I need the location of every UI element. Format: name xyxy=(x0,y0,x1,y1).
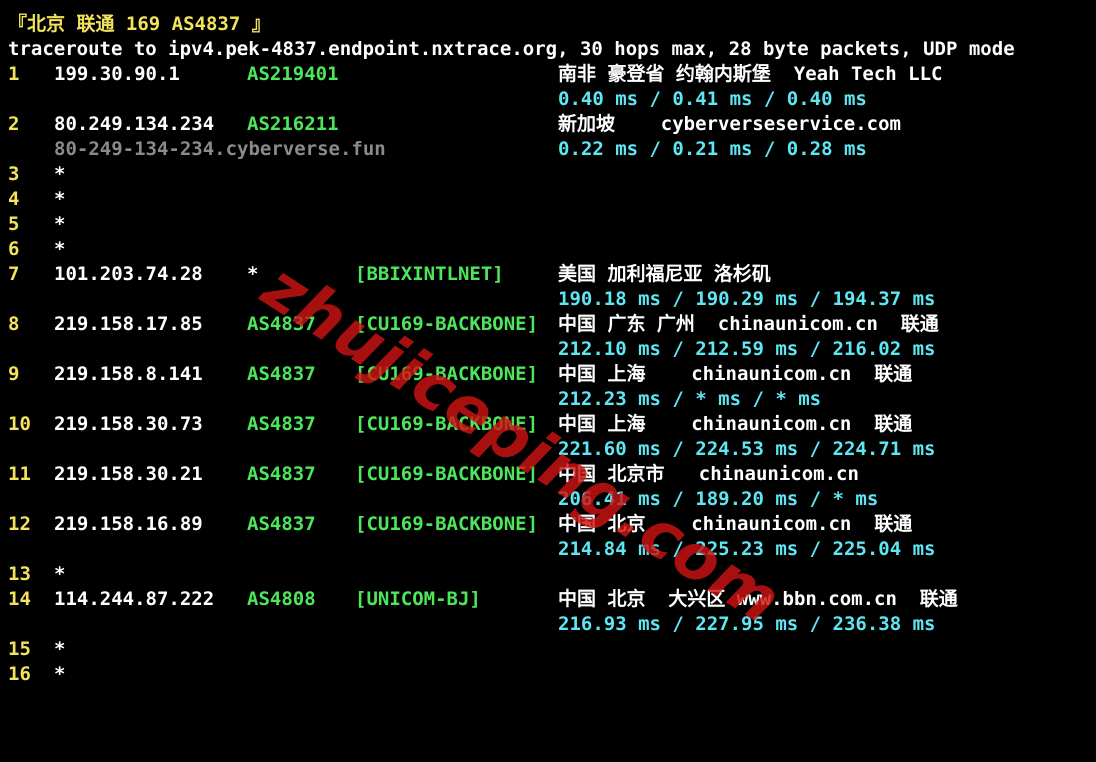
hop-row: 12 219.158.16.89 AS4837 [CU169-BACKBONE]… xyxy=(0,512,912,537)
hop-timeout: * xyxy=(54,563,66,585)
hop-row: 2 80.249.134.234 AS216211 新加坡 cyberverse… xyxy=(0,112,901,137)
hop-timeout: * xyxy=(54,188,66,210)
hop-latency: 214.84 ms / 225.23 ms / 225.04 ms xyxy=(558,538,936,560)
hop-number: 11 xyxy=(8,463,31,485)
hop-geo: 新加坡 cyberverseservice.com xyxy=(558,113,901,135)
hop-timeout: * xyxy=(54,663,66,685)
hop-asn: AS4808 xyxy=(247,588,316,610)
hop-asn: AS4837 xyxy=(247,363,316,385)
hop-number: 13 xyxy=(8,563,31,585)
hop-asn: AS4837 xyxy=(247,413,316,435)
hop-latency-row: 221.60 ms / 224.53 ms / 224.71 ms xyxy=(0,437,936,462)
hop-geo: 中国 北京 大兴区 www.bbn.com.cn 联通 xyxy=(558,588,958,610)
hop-number: 10 xyxy=(8,413,31,435)
hop-latency: 0.22 ms / 0.21 ms / 0.28 ms xyxy=(558,138,867,160)
hop-geo: 中国 北京 chinaunicom.cn 联通 xyxy=(558,513,913,535)
hop-latency: 221.60 ms / 224.53 ms / 224.71 ms xyxy=(558,438,936,460)
hop-asn: * xyxy=(247,263,259,285)
hop-asn: AS216211 xyxy=(247,113,339,135)
hop-latency: 0.40 ms / 0.41 ms / 0.40 ms xyxy=(558,88,867,110)
hop-timeout: * xyxy=(54,238,66,260)
hop-geo: 中国 北京市 chinaunicom.cn xyxy=(558,463,859,485)
hop-number: 3 xyxy=(8,163,20,185)
hop-row: 3 * xyxy=(0,162,65,187)
hop-row: 6 * xyxy=(0,237,65,262)
hop-geo: 美国 加利福尼亚 洛杉矶 xyxy=(558,263,771,285)
hop-ip: 101.203.74.28 xyxy=(54,263,203,285)
hop-number: 9 xyxy=(8,363,20,385)
hop-latency-row: 212.23 ms / * ms / * ms xyxy=(0,387,821,412)
hop-number: 8 xyxy=(8,313,20,335)
hop-asn: AS219401 xyxy=(247,63,339,85)
hop-ip: 219.158.8.141 xyxy=(54,363,203,385)
traceroute-command: traceroute to ipv4.pek-4837.endpoint.nxt… xyxy=(8,38,1015,60)
hop-geo: 南非 豪登省 约翰内斯堡 Yeah Tech LLC xyxy=(558,63,943,85)
hop-number: 12 xyxy=(8,513,31,535)
hop-ip: 219.158.30.73 xyxy=(54,413,203,435)
hop-ip: 114.244.87.222 xyxy=(54,588,215,610)
hop-latency: 212.23 ms / * ms / * ms xyxy=(558,388,822,410)
hop-tag: [BBIXINTLNET] xyxy=(355,263,504,285)
trace-title: 『北京 联通 169 AS4837 』 xyxy=(8,13,271,35)
hop-latency-row: 190.18 ms / 190.29 ms / 194.37 ms xyxy=(0,287,936,312)
hop-number: 1 xyxy=(8,63,20,85)
hop-timeout: * xyxy=(54,638,66,660)
hop-tag: [CU169-BACKBONE] xyxy=(355,513,539,535)
hop-number: 6 xyxy=(8,238,20,260)
hop-row: 16 * xyxy=(0,662,65,687)
hop-row: 5 * xyxy=(0,212,65,237)
command-line: traceroute to ipv4.pek-4837.endpoint.nxt… xyxy=(0,37,1015,62)
hop-latency: 190.18 ms / 190.29 ms / 194.37 ms xyxy=(558,288,936,310)
hop-row: 15 * xyxy=(0,637,65,662)
hop-latency: 212.10 ms / 212.59 ms / 216.02 ms xyxy=(558,338,936,360)
hop-latency-row: 0.40 ms / 0.41 ms / 0.40 ms xyxy=(0,87,867,112)
hop-geo: 中国 广东 广州 chinaunicom.cn 联通 xyxy=(558,313,939,335)
hop-ip: 199.30.90.1 xyxy=(54,63,180,85)
hop-row: 9 219.158.8.141 AS4837 [CU169-BACKBONE] … xyxy=(0,362,912,387)
hop-tag: [UNICOM-BJ] xyxy=(355,588,481,610)
hop-latency: 216.93 ms / 227.95 ms / 236.38 ms xyxy=(558,613,936,635)
hop-row: 7 101.203.74.28 * [BBIXINTLNET] 美国 加利福尼亚… xyxy=(0,262,771,287)
hop-row: 1 199.30.90.1 AS219401 南非 豪登省 约翰内斯堡 Yeah… xyxy=(0,62,942,87)
hop-row: 13 * xyxy=(0,562,65,587)
hop-number: 2 xyxy=(8,113,20,135)
hop-ip: 219.158.16.89 xyxy=(54,513,203,535)
title-line: 『北京 联通 169 AS4837 』 xyxy=(0,12,271,37)
hop-asn: AS4837 xyxy=(247,463,316,485)
hop-ip: 80.249.134.234 xyxy=(54,113,215,135)
hop-geo: 中国 上海 chinaunicom.cn 联通 xyxy=(558,413,913,435)
terminal-window[interactable]: 『北京 联通 169 AS4837 』 traceroute to ipv4.p… xyxy=(0,0,1096,692)
hop-row: 4 * xyxy=(0,187,65,212)
hop-number: 16 xyxy=(8,663,31,685)
hop-number: 5 xyxy=(8,213,20,235)
hop-row: 8 219.158.17.85 AS4837 [CU169-BACKBONE] … xyxy=(0,312,939,337)
hop-asn: AS4837 xyxy=(247,313,316,335)
hop-tag: [CU169-BACKBONE] xyxy=(355,413,539,435)
hop-tag: [CU169-BACKBONE] xyxy=(355,313,539,335)
hop-geo: 中国 上海 chinaunicom.cn 联通 xyxy=(558,363,913,385)
hop-latency-row: 214.84 ms / 225.23 ms / 225.04 ms xyxy=(0,537,936,562)
hop-row: 14 114.244.87.222 AS4808 [UNICOM-BJ] 中国 … xyxy=(0,587,958,612)
hop-latency-row: 206.41 ms / 189.20 ms / * ms xyxy=(0,487,878,512)
hop-number: 7 xyxy=(8,263,20,285)
hop-row: 11 219.158.30.21 AS4837 [CU169-BACKBONE]… xyxy=(0,462,859,487)
hop-number: 14 xyxy=(8,588,31,610)
hop-latency-row: 80-249-134-234.cyberverse.fun 0.22 ms / … xyxy=(0,137,867,162)
hop-ip: 219.158.17.85 xyxy=(54,313,203,335)
hop-timeout: * xyxy=(54,213,66,235)
hop-tag: [CU169-BACKBONE] xyxy=(355,363,539,385)
hop-latency-row: 212.10 ms / 212.59 ms / 216.02 ms xyxy=(0,337,936,362)
hop-asn: AS4837 xyxy=(247,513,316,535)
hop-ip: 219.158.30.21 xyxy=(54,463,203,485)
hop-row: 10 219.158.30.73 AS4837 [CU169-BACKBONE]… xyxy=(0,412,912,437)
hop-latency-row: 216.93 ms / 227.95 ms / 236.38 ms xyxy=(0,612,936,637)
hop-number: 15 xyxy=(8,638,31,660)
hop-hostname: 80-249-134-234.cyberverse.fun xyxy=(54,138,386,160)
hop-latency: 206.41 ms / 189.20 ms / * ms xyxy=(558,488,879,510)
hop-number: 4 xyxy=(8,188,20,210)
hop-tag: [CU169-BACKBONE] xyxy=(355,463,539,485)
hop-timeout: * xyxy=(54,163,66,185)
